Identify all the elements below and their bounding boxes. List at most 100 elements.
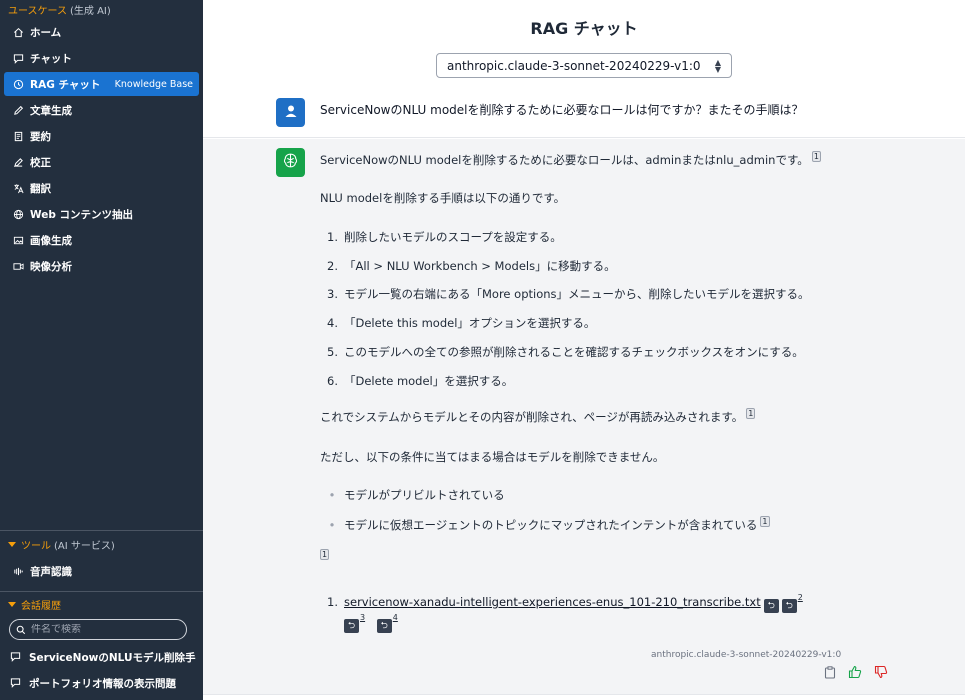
sidebar-item-translate[interactable]: 翻訳 <box>4 176 199 200</box>
sidebar-item-video-analysis[interactable]: 映像分析 <box>4 254 199 278</box>
clipboard-icon <box>824 664 836 683</box>
history-item-label: ServiceNowのNLUモデル削除手 <box>29 651 196 664</box>
pencil-icon <box>12 104 24 116</box>
reference-page-number[interactable]: 4 <box>393 613 398 622</box>
sidebar-item-web-extract[interactable]: Web コンテンツ抽出 <box>4 202 199 226</box>
sidebar-item-label: 音声認識 <box>30 565 72 578</box>
sidebar-item-home[interactable]: ホーム <box>4 20 199 44</box>
usecase-section-title: ユースケース <box>8 5 67 17</box>
reference-file-link[interactable]: servicenow-xanadu-intelligent-experience… <box>344 595 761 609</box>
list-item: 2. 「All > NLU Workbench > Models」に移動する。 <box>320 258 616 274</box>
search-icon <box>16 620 26 639</box>
history-item[interactable]: ServiceNowのNLUモデル削除手 <box>0 644 203 670</box>
user-icon <box>284 103 298 122</box>
list-item: 1. 削除したいモデルのスコープを設定する。 <box>320 229 562 245</box>
tools-section-title: ツール <box>21 540 51 552</box>
chat-bubble-icon <box>10 651 22 663</box>
history-search-input[interactable] <box>31 624 171 635</box>
updown-chevron-icon: ▲ ▼ <box>714 57 721 74</box>
reference-item-continued: ⮌3 ⮌4 <box>344 613 398 633</box>
reference-page-number[interactable]: 3 <box>360 613 365 622</box>
citation-marker[interactable]: 1 <box>811 151 821 162</box>
reference-marker-row: 1 <box>320 549 330 565</box>
tools-section-header[interactable]: ツール (AI サービス) <box>0 535 203 553</box>
bullet-text: モデルがプリビルトされている <box>344 488 505 502</box>
list-number: 2. <box>327 259 338 273</box>
rag-icon <box>12 78 24 90</box>
user-avatar <box>276 98 305 127</box>
list-item: 6. 「Delete model」を選択する。 <box>320 373 513 389</box>
return-icon[interactable]: ⮌ <box>344 619 359 633</box>
chevron-down-icon <box>8 541 16 547</box>
model-select[interactable]: anthropic.claude-3-sonnet-20240229-v1:0 … <box>436 53 732 78</box>
list-text: 「All > NLU Workbench > Models」に移動する。 <box>344 259 616 273</box>
return-icon[interactable]: ⮌ <box>763 599 779 613</box>
sidebar-item-speech-recognition[interactable]: 音声認識 <box>4 559 199 583</box>
citation-marker[interactable]: 1 <box>760 516 770 527</box>
sidebar-item-summary[interactable]: 要約 <box>4 124 199 148</box>
sidebar-item-chat[interactable]: チャット <box>4 46 199 70</box>
answer-text: これでシステムからモデルとその内容が削除され、ページが再読み込みされます。 <box>320 410 744 424</box>
history-search[interactable] <box>9 619 187 640</box>
history-item-label: ポートフォリオ情報の表示問題 <box>29 677 176 690</box>
usecase-section-subtitle: (生成 AI) <box>70 5 111 17</box>
home-icon <box>12 26 24 38</box>
main-area: RAG チャット anthropic.claude-3-sonnet-20240… <box>203 0 965 700</box>
sidebar-item-label: 画像生成 <box>30 234 72 247</box>
user-message-text: ServiceNowのNLU modelを削除するために必要なロールは何ですか？… <box>320 103 804 117</box>
list-text: 削除したいモデルのスコープを設定する。 <box>344 230 562 244</box>
answer-paragraph: NLU modelを削除する手順は以下の通りです。 <box>320 191 566 205</box>
bot-avatar <box>276 148 305 177</box>
chat-bubble-icon <box>10 677 22 689</box>
list-number: 1. <box>327 230 338 244</box>
assistant-message: ServiceNowのNLU modelを削除するために必要なロールは、admi… <box>203 139 965 695</box>
citation-marker[interactable]: 1 <box>746 408 756 419</box>
history-section-header[interactable]: 会話履歴 <box>0 595 203 613</box>
sidebar-item-rag-chat[interactable]: RAG チャット Knowledge Base <box>4 72 199 96</box>
sidebar-nav: ホーム チャット RAG チャット Knowledge Base 文章生成 要約… <box>0 20 203 278</box>
bullet-item: • モデルに仮想エージェントのトピックにマップされたインテントが含まれている 1 <box>320 516 770 533</box>
usecase-section-header: ユースケース (生成 AI) <box>0 0 203 18</box>
user-message: ServiceNowのNLU modelを削除するために必要なロールは何ですか？… <box>203 92 965 138</box>
model-select-value: anthropic.claude-3-sonnet-20240229-v1:0 <box>447 58 701 73</box>
sidebar-item-label: Web コンテンツ抽出 <box>30 208 134 221</box>
citation-marker[interactable]: 1 <box>320 549 330 560</box>
page-title: RAG チャット <box>530 19 638 38</box>
video-icon <box>12 260 24 272</box>
copy-button[interactable] <box>822 666 837 681</box>
sidebar-item-label: 文章生成 <box>30 104 72 117</box>
sidebar-item-proofread[interactable]: 校正 <box>4 150 199 174</box>
history-item[interactable]: ポートフォリオ情報の表示問題 <box>0 670 203 696</box>
answer-paragraph: ただし、以下の条件に当てはまる場合はモデルを削除できません。 <box>320 450 665 464</box>
sidebar-item-label: ホーム <box>30 26 62 39</box>
thumbs-up-button[interactable] <box>847 664 862 683</box>
answer-paragraph: ServiceNowのNLU modelを削除するために必要なロールは、admi… <box>320 151 821 168</box>
sidebar-item-text-generation[interactable]: 文章生成 <box>4 98 199 122</box>
answer-paragraph: これでシステムからモデルとその内容が削除され、ページが再読み込みされます。 1 <box>320 408 756 425</box>
thumbs-down-button[interactable] <box>873 665 888 681</box>
bullet-text: モデルに仮想エージェントのトピックにマップされたインテントが含まれている <box>344 518 758 532</box>
list-number: 4. <box>327 316 338 330</box>
thumbs-up-icon <box>848 664 862 683</box>
list-item: 4. 「Delete this model」オプションを選択する。 <box>320 315 595 331</box>
return-icon[interactable]: ⮌ <box>376 619 392 633</box>
sidebar: ユースケース (生成 AI) ホーム チャット RAG チャット Knowled… <box>0 0 203 700</box>
history-section-title: 会話履歴 <box>21 600 61 612</box>
bullet-dot: • <box>328 488 336 502</box>
image-icon <box>12 234 24 246</box>
chat-icon <box>12 52 24 64</box>
list-number: 6. <box>327 374 338 388</box>
edit-icon <box>12 156 24 168</box>
sidebar-item-image-generation[interactable]: 画像生成 <box>4 228 199 252</box>
sidebar-item-label: 要約 <box>30 130 51 143</box>
return-icon[interactable]: ⮌ <box>781 599 797 613</box>
sidebar-item-label: チャット <box>30 52 72 65</box>
reference-page-number[interactable]: 2 <box>798 593 803 602</box>
list-item: 5. このモデルへの全ての参照が削除されることを確認するチェックボックスをオンにす… <box>320 344 804 360</box>
list-text: 「Delete model」を選択する。 <box>344 374 514 388</box>
list-number: 5. <box>327 345 338 359</box>
history-section: 会話履歴 ServiceNowのNLUモデル削除手 ポートフォリオ情報の表示問題 <box>0 591 203 696</box>
bullet-item: • モデルがプリビルトされている <box>320 487 505 503</box>
sidebar-item-label: 校正 <box>30 156 51 169</box>
list-text: 「Delete this model」オプションを選択する。 <box>344 316 596 330</box>
